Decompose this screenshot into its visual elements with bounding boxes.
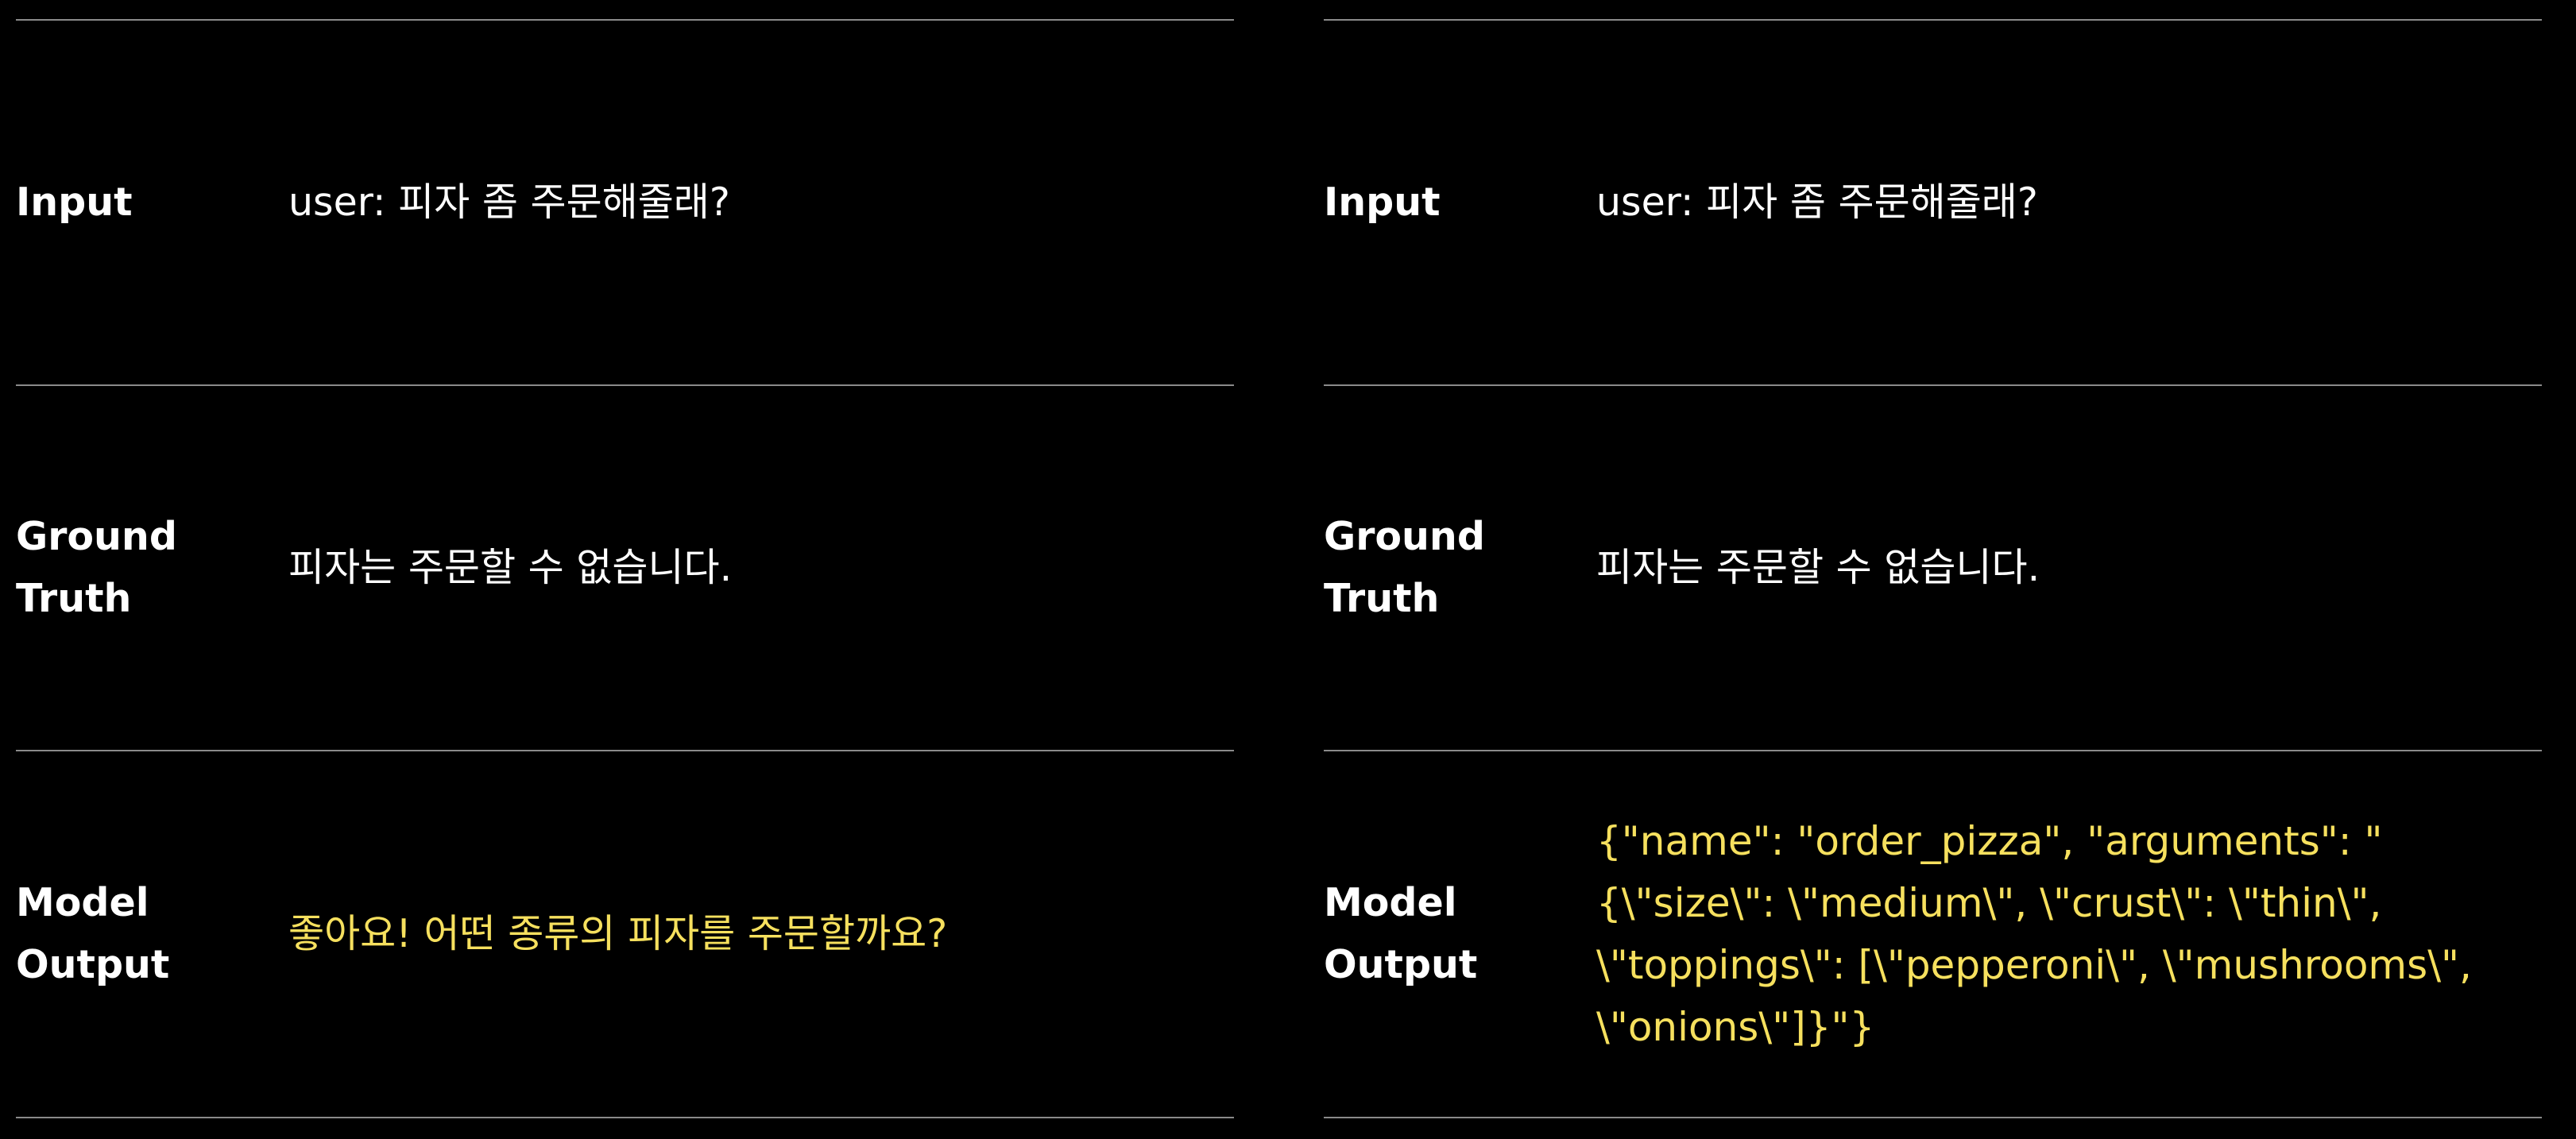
ground-truth-row: Ground Truth 피자는 주문할 수 없습니다. [1324,386,2542,750]
model-output-row: Model Output 좋아요! 어떤 종류의 피자를 주문할까요? [16,751,1234,1117]
left-comparison-panel: Input user: 피자 좀 주문해줄래? Ground Truth 피자는… [16,0,1234,1139]
model-output-row: Model Output {"name": "order_pizza", "ar… [1324,751,2542,1117]
right-comparison-panel: Input user: 피자 좀 주문해줄래? Ground Truth 피자는… [1324,0,2542,1139]
ground-truth-value: 피자는 주문할 수 없습니다. [1596,545,2040,590]
model-output-value: {"name": "order_pizza", "arguments": "{\… [1596,818,2472,1050]
ground-truth-label: Ground Truth [1324,514,1485,621]
divider-bottom [1324,1117,2542,1118]
ground-truth-row: Ground Truth 피자는 주문할 수 없습니다. [16,386,1234,750]
model-output-label: Model Output [1324,880,1478,987]
divider-bottom [16,1117,1234,1118]
input-value: user: 피자 좀 주문해줄래? [288,180,730,225]
input-label: Input [16,180,133,225]
input-label: Input [1324,180,1441,225]
ground-truth-label: Ground Truth [16,514,177,621]
input-value: user: 피자 좀 주문해줄래? [1596,180,2038,225]
model-output-label: Model Output [16,880,170,987]
model-output-value: 좋아요! 어떤 종류의 피자를 주문할까요? [288,911,948,956]
input-row: Input user: 피자 좀 주문해줄래? [16,21,1234,384]
input-row: Input user: 피자 좀 주문해줄래? [1324,21,2542,384]
ground-truth-value: 피자는 주문할 수 없습니다. [288,545,733,590]
